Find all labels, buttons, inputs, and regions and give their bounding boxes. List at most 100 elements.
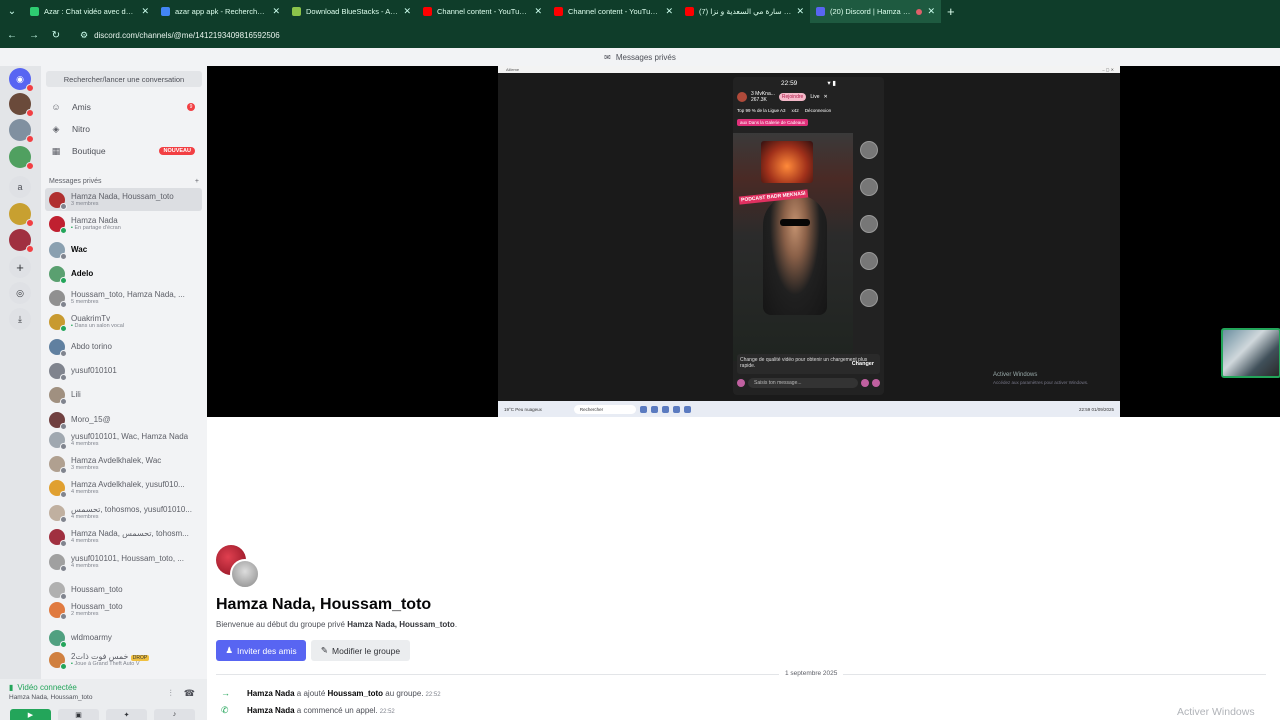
server-icon[interactable] bbox=[9, 146, 34, 170]
close-icon[interactable]: ✕ bbox=[824, 94, 828, 100]
browser-tab[interactable]: Download BlueStacks - App Pla ✕ bbox=[286, 0, 417, 23]
tab-favicon-icon bbox=[685, 7, 694, 16]
activate-windows-sub: Accédez aux paramètres pour activer Wind… bbox=[993, 380, 1089, 385]
tab-close-icon[interactable]: ✕ bbox=[534, 6, 542, 17]
dm-item[interactable]: Lili bbox=[45, 383, 202, 406]
group-avatar bbox=[216, 545, 260, 589]
server-icon[interactable]: a bbox=[9, 176, 31, 198]
taskbar-app-icon bbox=[683, 405, 691, 413]
discord-home-icon[interactable]: ◉ bbox=[9, 68, 34, 92]
system-message: → Hamza Nada a ajouté Houssam_toto au gro… bbox=[221, 688, 441, 698]
dm-item[interactable]: 2خمس فوت ذات DROP ▪ Joue à Grand Theft Au… bbox=[45, 648, 202, 671]
dm-item[interactable]: yusuf010101 bbox=[45, 359, 202, 382]
change-quality-button[interactable]: Changer bbox=[852, 361, 874, 367]
tab-close-icon[interactable]: ✕ bbox=[927, 6, 935, 17]
nav-nitro[interactable]: ◈ Nitro bbox=[45, 119, 203, 139]
screen-share-stream[interactable]: Ailleme – ▢ ✕ 22:59 ▾ ▮ 3 MvKna... 267.3… bbox=[207, 66, 1280, 417]
dm-item[interactable]: OuakrimTv ▪ Dans un salon vocal bbox=[45, 310, 202, 333]
browser-tab[interactable]: Channel content - YouTube Stu ✕ bbox=[417, 0, 548, 23]
browser-tab[interactable]: azar app apk - Recherche Goog ✕ bbox=[155, 0, 286, 23]
browser-tab[interactable]: نايضة سارة مي السعدية و نزا (7) ✕ bbox=[679, 0, 810, 23]
live-header: 3 MvKna... 267.3K Rejoindre Live ✕ bbox=[733, 89, 884, 105]
status-indicator bbox=[60, 640, 67, 648]
tab-close-icon[interactable]: ✕ bbox=[272, 6, 280, 17]
dm-item[interactable]: Wac bbox=[45, 238, 202, 261]
browser-tab[interactable]: Azar : Chat vidéo avec de nouv ✕ bbox=[24, 0, 155, 23]
dm-subtitle: 3 membres bbox=[71, 465, 161, 471]
avatar bbox=[49, 455, 67, 474]
member-avatar bbox=[230, 559, 260, 589]
dm-item[interactable]: Hamza Nada, تحسمس, tohosm... 4 membres bbox=[45, 525, 202, 548]
edit-group-button[interactable]: ✎ Modifier le groupe bbox=[311, 640, 410, 661]
site-info-icon[interactable]: ⚙ bbox=[80, 30, 88, 41]
dm-subtitle-text: 3 membres bbox=[71, 201, 99, 207]
dm-item[interactable]: yusuf010101, Houssam_toto, ... 4 membres bbox=[45, 550, 202, 573]
noise-suppression-icon[interactable]: ⫶ bbox=[170, 688, 172, 699]
dm-item[interactable]: Hamza Nada ▪ En partage d'écran bbox=[45, 212, 202, 235]
server-icon[interactable] bbox=[9, 93, 34, 117]
dm-item[interactable]: wldmoarmy bbox=[45, 626, 202, 649]
taskbar-clock: 22:59 01/09/2025 bbox=[1079, 407, 1114, 412]
taskbar-date: 01/09/2025 bbox=[1091, 406, 1114, 412]
dm-subtitle: 3 membres bbox=[71, 201, 174, 207]
taskbar-app-icon bbox=[650, 405, 658, 413]
create-dm-button[interactable]: + bbox=[195, 178, 199, 185]
server-icon[interactable] bbox=[9, 229, 34, 253]
dm-item[interactable]: Hamza Nada, Houssam_toto 3 membres bbox=[45, 188, 202, 211]
server-icon[interactable] bbox=[9, 119, 34, 143]
dm-subtitle: 4 membres bbox=[71, 514, 192, 520]
dm-item[interactable]: Houssam_toto 2 membres bbox=[45, 598, 202, 621]
self-video-thumbnail[interactable] bbox=[1221, 328, 1280, 378]
dm-header-label: Messages privés bbox=[49, 178, 102, 185]
browser-tab[interactable]: (20) Discord | Hamza Nada ✕ bbox=[810, 0, 941, 23]
join-button[interactable]: Rejoindre bbox=[778, 93, 807, 101]
voice-status[interactable]: ▮ Vidéo connectée bbox=[9, 683, 77, 692]
dm-item[interactable]: yusuf010101, Wac, Hamza Nada 4 membres bbox=[45, 428, 202, 451]
back-icon[interactable]: ← bbox=[6, 30, 18, 41]
dm-item[interactable]: Hamza Avdelkhalek, yusuf010... 4 membres bbox=[45, 476, 202, 499]
dm-text: yusuf010101, Houssam_toto, ... 4 membres bbox=[71, 554, 184, 569]
tab-title: azar app apk - Recherche Goog bbox=[175, 7, 267, 16]
nav-shop[interactable]: ▦ Boutique NOUVEAU bbox=[45, 141, 203, 161]
search-conversation-button[interactable]: Rechercher/lancer une conversation bbox=[46, 71, 202, 87]
invite-friends-button[interactable]: ♟ Inviter des amis bbox=[216, 640, 306, 661]
message-target[interactable]: Houssam_toto bbox=[328, 689, 384, 698]
avatar bbox=[49, 191, 67, 210]
tab-close-icon[interactable]: ✕ bbox=[141, 6, 149, 17]
dm-text: Houssam_toto, Hamza Nada, ... 5 membres bbox=[71, 290, 185, 305]
message-actor[interactable]: Hamza Nada bbox=[247, 706, 295, 715]
tab-close-icon[interactable]: ✕ bbox=[796, 6, 804, 17]
screen-share-button[interactable]: ▣ bbox=[58, 709, 99, 720]
reload-icon[interactable]: ↻ bbox=[50, 30, 62, 41]
new-tab-button[interactable]: + bbox=[947, 4, 955, 19]
add-server-icon[interactable]: + bbox=[9, 256, 31, 278]
server-icon[interactable] bbox=[9, 203, 34, 227]
avatar bbox=[49, 265, 67, 284]
dm-item[interactable]: Abdo torino bbox=[45, 335, 202, 358]
download-icon[interactable]: ⤓ bbox=[9, 308, 31, 330]
friends-icon: ☺ bbox=[51, 102, 61, 112]
explore-icon[interactable]: ◎ bbox=[9, 282, 31, 304]
forward-icon[interactable]: → bbox=[28, 30, 40, 41]
dm-item[interactable]: Hamza Avdelkhalek, Wac 3 membres bbox=[45, 452, 202, 475]
share-icon bbox=[872, 379, 880, 387]
disconnect-icon[interactable]: ☎ bbox=[184, 688, 195, 699]
date-separator: 1 septembre 2025 bbox=[216, 670, 1266, 677]
dm-item[interactable]: Adelo bbox=[45, 262, 202, 285]
message-actor[interactable]: Hamza Nada bbox=[247, 689, 295, 698]
dm-item[interactable]: تحسمس, tohosmos, yusuf01010... 4 membres bbox=[45, 501, 202, 524]
tab-close-icon[interactable]: ✕ bbox=[665, 6, 673, 17]
url-field[interactable]: ⚙ discord.com/channels/@me/1412193409816… bbox=[72, 26, 1272, 45]
dm-item[interactable]: Houssam_toto, Hamza Nada, ... 5 membres bbox=[45, 286, 202, 309]
nav-friends[interactable]: ☺ Amis 9 bbox=[45, 97, 203, 117]
soundboard-button[interactable]: ♪ bbox=[154, 709, 195, 720]
camera-button[interactable]: ▶ bbox=[10, 709, 51, 720]
tab-close-icon[interactable]: ✕ bbox=[403, 6, 411, 17]
dm-subtitle: 4 membres bbox=[71, 441, 188, 447]
activity-button[interactable]: ✦ bbox=[106, 709, 147, 720]
tab-search-icon[interactable]: ⌄ bbox=[0, 0, 24, 23]
voice-channel-name[interactable]: Hamza Nada, Houssam_toto bbox=[9, 694, 92, 701]
browser-tab[interactable]: Channel content - YouTube Stu ✕ bbox=[548, 0, 679, 23]
system-message-text: Hamza Nada a commencé un appel. 22:52 bbox=[247, 706, 395, 715]
avatar bbox=[49, 338, 67, 357]
